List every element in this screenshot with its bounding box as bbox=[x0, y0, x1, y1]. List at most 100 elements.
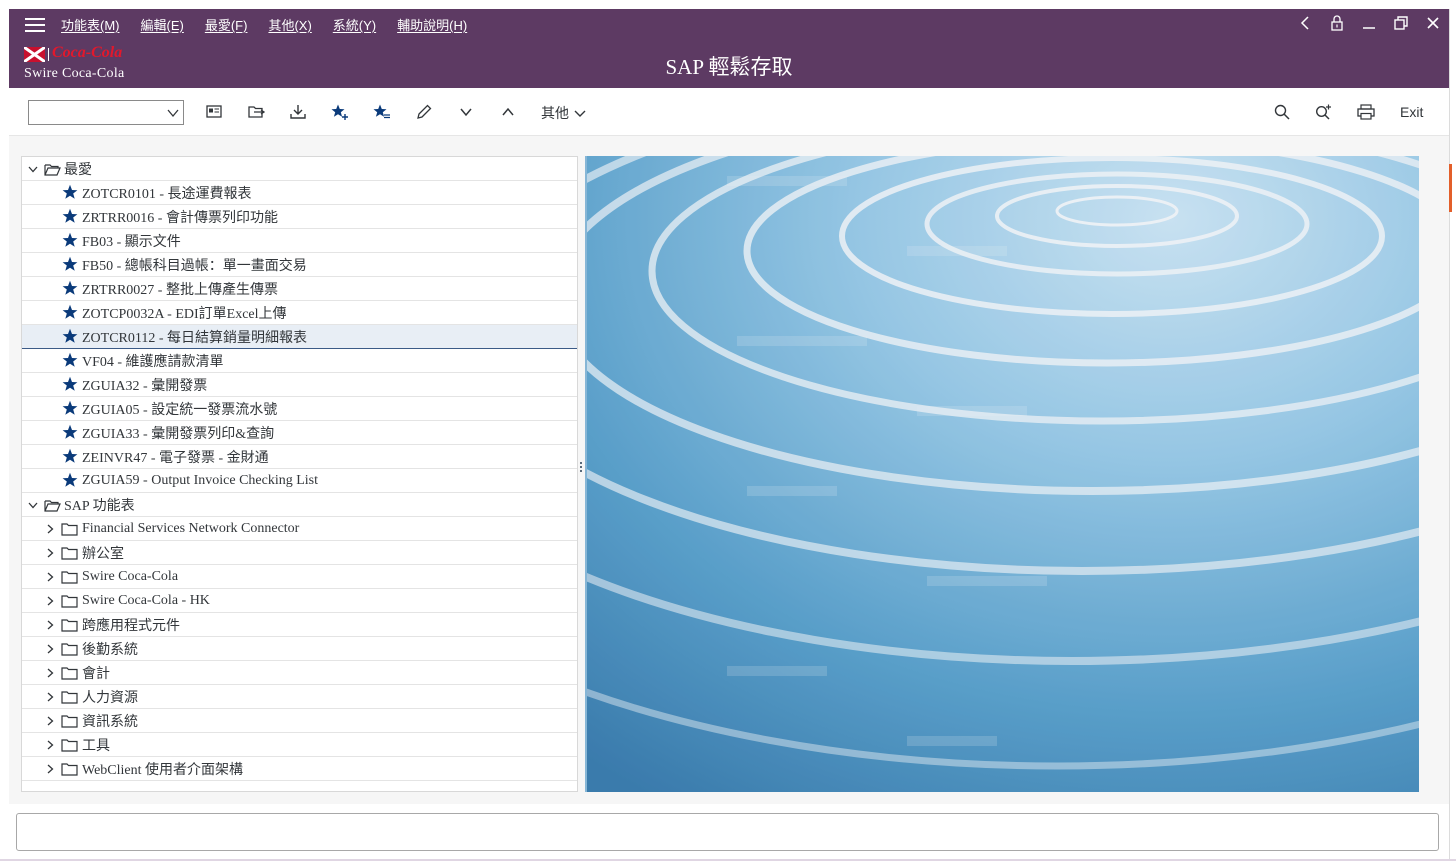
chevron-right-icon[interactable] bbox=[44, 547, 56, 559]
chevron-right-icon[interactable] bbox=[44, 691, 56, 703]
chevron-down-icon[interactable] bbox=[27, 163, 39, 175]
favorite-item[interactable]: ZGUIA59 - Output Invoice Checking List bbox=[22, 469, 577, 493]
transaction-combobox[interactable] bbox=[28, 100, 184, 125]
star-icon bbox=[62, 256, 78, 271]
download-icon[interactable] bbox=[287, 102, 309, 122]
menu-folder-item[interactable]: Swire Coca-Cola bbox=[22, 565, 577, 589]
add-favorite-icon[interactable] bbox=[329, 102, 351, 122]
edit-favorites-icon[interactable] bbox=[371, 102, 393, 122]
print-icon[interactable] bbox=[1355, 102, 1377, 122]
favorite-item[interactable]: FB50 - 總帳科目過帳：單一畫面交易 bbox=[22, 253, 577, 277]
favorite-item-label: ZGUIA33 - 彙開發票列印&查詢 bbox=[82, 426, 275, 442]
status-bar bbox=[16, 813, 1439, 851]
chevron-right-icon[interactable] bbox=[44, 643, 56, 655]
pencil-icon[interactable] bbox=[413, 102, 435, 122]
menu-item-system[interactable]: 系統(Y) bbox=[333, 15, 376, 34]
chevron-right-icon[interactable] bbox=[44, 667, 56, 679]
star-icon bbox=[62, 400, 78, 415]
chevron-right-icon[interactable] bbox=[44, 715, 56, 727]
splitter-handle[interactable] bbox=[580, 462, 583, 476]
favorite-item[interactable]: ZGUIA33 - 彙開發票列印&查詢 bbox=[22, 421, 577, 445]
menu-folder-label: Financial Services Network Connector bbox=[82, 520, 300, 536]
tree-node-favorites[interactable]: 最愛 bbox=[22, 157, 577, 181]
favorite-item-label: FB50 - 總帳科目過帳：單一畫面交易 bbox=[82, 258, 307, 274]
favorite-item[interactable]: ZGUIA05 - 設定統一發票流水號 bbox=[22, 397, 577, 421]
side-panel-edge bbox=[1449, 9, 1456, 859]
menu-folder-item[interactable]: WebClient 使用者介面架構 bbox=[22, 757, 577, 781]
menu-item-edit[interactable]: 編輯(E) bbox=[141, 15, 184, 34]
favorite-item[interactable]: ZOTCR0112 - 每日結算銷量明細報表 bbox=[22, 325, 577, 349]
star-icon bbox=[62, 280, 78, 295]
folder-icon bbox=[61, 547, 78, 560]
favorite-item[interactable]: ZOTCR0101 - 長途運費報表 bbox=[22, 181, 577, 205]
menu-folder-label: 人力資源 bbox=[82, 690, 138, 706]
menu-folder-label: 跨應用程式元件 bbox=[82, 618, 180, 634]
menu-folder-item[interactable]: 資訊系統 bbox=[22, 709, 577, 733]
chevron-right-icon[interactable] bbox=[44, 739, 56, 751]
favorite-item[interactable]: FB03 - 顯示文件 bbox=[22, 229, 577, 253]
restore-icon[interactable] bbox=[1385, 16, 1417, 33]
menu-folder-item[interactable]: 會計 bbox=[22, 661, 577, 685]
tree-node-sap-menu[interactable]: SAP 功能表 bbox=[22, 493, 577, 517]
tree-node-label: SAP 功能表 bbox=[64, 498, 135, 514]
display-details-icon[interactable] bbox=[203, 102, 225, 122]
chevron-right-icon[interactable] bbox=[44, 619, 56, 631]
star-icon bbox=[62, 472, 78, 487]
favorite-item-label: ZOTCP0032A - EDI訂單Excel上傳 bbox=[82, 306, 287, 322]
menu-item-favorites[interactable]: 最愛(F) bbox=[205, 15, 248, 34]
favorite-item-label: ZGUIA32 - 彙開發票 bbox=[82, 378, 208, 394]
folder-icon bbox=[61, 691, 78, 704]
lock-icon[interactable] bbox=[1321, 15, 1353, 34]
menu-bar: 功能表(M) 編輯(E) 最愛(F) 其他(X) 系統(Y) 輔助說明(H) bbox=[9, 9, 1449, 40]
star-icon bbox=[62, 448, 78, 463]
menu-item-menu[interactable]: 功能表(M) bbox=[61, 15, 120, 34]
page-title: SAP 輕鬆存取 bbox=[665, 55, 793, 79]
minimize-icon[interactable] bbox=[1353, 16, 1385, 33]
menu-folder-item[interactable]: Swire Coca-Cola - HK bbox=[22, 589, 577, 613]
chevron-right-icon[interactable] bbox=[44, 571, 56, 583]
more-menu[interactable]: 其他 bbox=[541, 103, 586, 123]
favorite-item-label: ZGUIA59 - Output Invoice Checking List bbox=[82, 472, 319, 488]
main-content: 最愛 ZOTCR0101 - 長途運費報表 ZRTRR0016 - 會計傳票列印功能… bbox=[9, 136, 1449, 804]
back-icon[interactable] bbox=[1289, 16, 1321, 33]
menu-folder-item[interactable]: 後勤系統 bbox=[22, 637, 577, 661]
close-icon[interactable] bbox=[1417, 16, 1449, 33]
menu-folder-label: Swire Coca-Cola bbox=[82, 568, 179, 584]
title-bar: Coca-Cola Swire Coca-Cola SAP 輕鬆存取 bbox=[9, 40, 1449, 88]
menu-folder-item[interactable]: Financial Services Network Connector bbox=[22, 517, 577, 541]
tree-node-label: 最愛 bbox=[64, 162, 92, 178]
chevron-right-icon[interactable] bbox=[44, 595, 56, 607]
chevron-right-icon[interactable] bbox=[44, 523, 56, 535]
menu-folder-label: 工具 bbox=[82, 738, 110, 754]
folder-icon bbox=[61, 643, 78, 656]
star-icon bbox=[62, 304, 78, 319]
menu-item-extras[interactable]: 其他(X) bbox=[268, 15, 311, 34]
side-panel-marker[interactable] bbox=[1449, 164, 1452, 212]
chevron-up-icon[interactable] bbox=[497, 102, 519, 122]
menu-folder-item[interactable]: 工具 bbox=[22, 733, 577, 757]
menu-folder-item[interactable]: 人力資源 bbox=[22, 685, 577, 709]
favorite-item-label: VF04 - 維護應請款清單 bbox=[82, 354, 224, 370]
menu-folder-item[interactable]: 跨應用程式元件 bbox=[22, 613, 577, 637]
chevron-down-icon[interactable] bbox=[455, 102, 477, 122]
favorite-item[interactable]: ZEINVR47 - 電子發票 - 金財通 bbox=[22, 445, 577, 469]
open-folder-icon[interactable] bbox=[245, 102, 267, 122]
menu-item-help[interactable]: 輔助說明(H) bbox=[397, 15, 467, 34]
favorite-item[interactable]: VF04 - 維護應請款清單 bbox=[22, 349, 577, 373]
exit-button[interactable]: Exit bbox=[1400, 104, 1423, 120]
menu-folder-item[interactable]: 辦公室 bbox=[22, 541, 577, 565]
favorite-item-label: ZOTCR0101 - 長途運費報表 bbox=[82, 186, 252, 202]
menu-icon[interactable] bbox=[25, 17, 45, 32]
chevron-down-icon[interactable] bbox=[27, 499, 39, 511]
favorite-item[interactable]: ZOTCP0032A - EDI訂單Excel上傳 bbox=[22, 301, 577, 325]
menu-items: 功能表(M) 編輯(E) 最愛(F) 其他(X) 系統(Y) 輔助說明(H) bbox=[61, 15, 488, 34]
search-next-icon[interactable] bbox=[1312, 102, 1334, 122]
star-icon bbox=[62, 328, 78, 343]
chevron-down-icon bbox=[167, 109, 179, 118]
favorite-item-label: ZOTCR0112 - 每日結算銷量明細報表 bbox=[82, 330, 308, 346]
favorite-item[interactable]: ZRTRR0016 - 會計傳票列印功能 bbox=[22, 205, 577, 229]
chevron-right-icon[interactable] bbox=[44, 763, 56, 775]
favorite-item[interactable]: ZRTRR0027 - 整批上傳產生傳票 bbox=[22, 277, 577, 301]
search-icon[interactable] bbox=[1271, 102, 1293, 122]
favorite-item[interactable]: ZGUIA32 - 彙開發票 bbox=[22, 373, 577, 397]
